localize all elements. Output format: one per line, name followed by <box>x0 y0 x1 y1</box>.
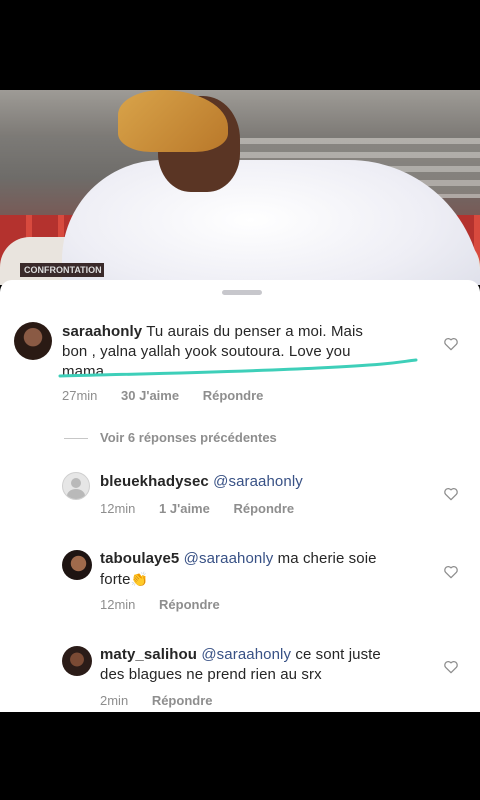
view-previous-label: Voir 6 réponses précédentes <box>100 430 277 445</box>
avatar[interactable] <box>14 322 52 360</box>
comments-sheet: saraahonly Tu aurais du penser a moi. Ma… <box>0 280 480 712</box>
reply-body-2: des blagues ne prend rien au srx <box>100 666 322 683</box>
comment-line-1: Tu aurais du penser a moi. Mais <box>146 323 364 340</box>
reply-mention[interactable]: @saraahonly <box>201 646 291 663</box>
person-dress <box>62 160 480 285</box>
reply-username[interactable]: bleuekhadysec <box>100 473 209 490</box>
avatar[interactable] <box>62 472 90 500</box>
reply-username[interactable]: taboulaye5 <box>100 550 179 567</box>
reply-time: 12min <box>100 597 136 612</box>
view-previous-replies[interactable]: Voir 6 réponses précédentes <box>64 430 277 445</box>
comment-time: 27min <box>62 388 98 403</box>
clapping-hands-icon: 👏 <box>130 571 149 587</box>
reply-body: ce sont juste <box>295 646 381 663</box>
reply-username[interactable]: maty_salihou <box>100 646 197 663</box>
like-heart-icon[interactable] <box>443 337 459 351</box>
sheet-grabber[interactable] <box>222 290 262 295</box>
comment-meta: 27min 30 J'aime Répondre <box>62 388 283 403</box>
avatar[interactable] <box>62 646 92 676</box>
avatar[interactable] <box>62 550 92 580</box>
reply-button[interactable]: Répondre <box>159 597 220 612</box>
reply-button[interactable]: Répondre <box>203 388 264 403</box>
highlight-underline <box>58 358 418 378</box>
reply-body: ma cherie soie <box>277 550 377 567</box>
reply-button[interactable]: Répondre <box>233 501 294 516</box>
reply-time: 2min <box>100 693 129 708</box>
reply-text: taboulaye5 @saraahonly ma cherie soie fo… <box>100 549 430 590</box>
reply-likes[interactable]: 1 J'aime <box>159 501 210 516</box>
reply-mention[interactable]: @saraahonly <box>184 550 274 567</box>
reply-mention[interactable]: @saraahonly <box>213 473 303 490</box>
tv-logo: CONFRONTATION <box>20 263 104 277</box>
background-shelf <box>0 90 480 136</box>
reply-text: bleuekhadysec @saraahonly <box>100 472 430 492</box>
reply-meta: 12min Répondre <box>100 597 240 612</box>
reply-time: 12min <box>100 501 136 516</box>
reply-button[interactable]: Répondre <box>152 693 213 708</box>
post-photo: CONFRONTATION <box>0 90 480 285</box>
like-heart-icon[interactable] <box>443 660 459 674</box>
reply-meta: 12min 1 J'aime Répondre <box>100 501 314 516</box>
comment-likes[interactable]: 30 J'aime <box>121 388 179 403</box>
like-heart-icon[interactable] <box>443 565 459 579</box>
reply-text: maty_salihou @saraahonly ce sont juste d… <box>100 645 430 685</box>
reply-meta: 2min Répondre <box>100 693 232 708</box>
reply-body-2: forte <box>100 571 131 588</box>
divider-dash <box>64 438 88 440</box>
like-heart-icon[interactable] <box>443 487 459 501</box>
comment-username[interactable]: saraahonly <box>62 323 142 340</box>
